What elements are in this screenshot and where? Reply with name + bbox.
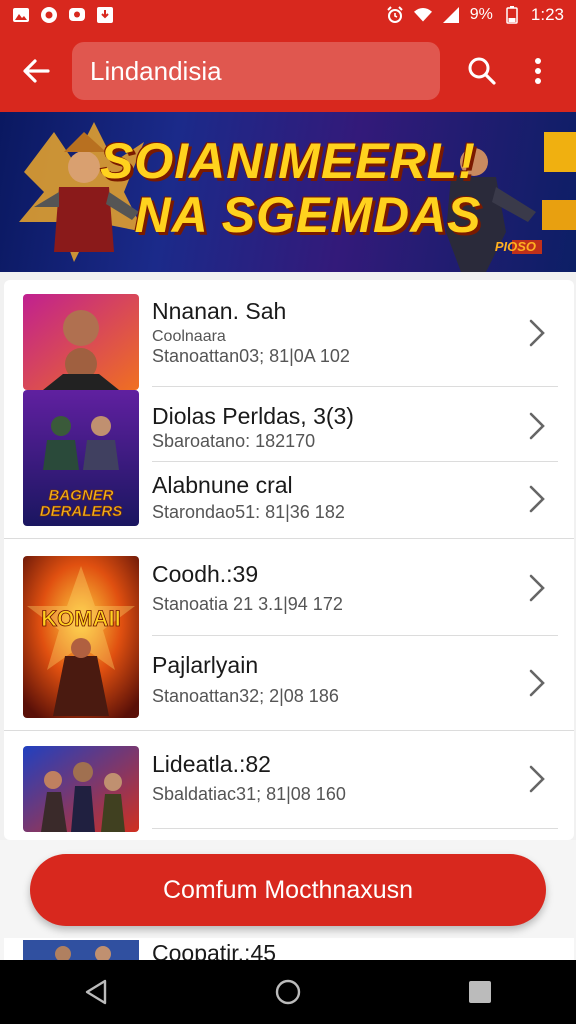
back-button[interactable]	[0, 30, 72, 112]
list-item-title: Nnanan. Sah	[152, 298, 287, 324]
list-item-meta: Stanoattan03; 81|0A 102	[152, 346, 350, 366]
list-item[interactable]: Alabnune cral Starondao51: 81|36 182	[4, 462, 574, 538]
nav-recents-button[interactable]	[450, 962, 510, 1022]
list-item[interactable]: Pajlarlyain Stanoattan32; 2|08 186	[4, 636, 574, 730]
search-input-value: Lindandisia	[90, 55, 222, 86]
banner-corner-label: PIOSO	[494, 239, 536, 254]
list-item-peek[interactable]: Coopatir.:45	[4, 938, 574, 960]
chevron-right-icon	[529, 574, 545, 602]
battery-icon	[503, 6, 521, 24]
list-item-meta: Stanoattan32; 2|08 186	[152, 686, 339, 706]
alarm-icon	[386, 6, 404, 24]
nav-home-button[interactable]	[258, 962, 318, 1022]
list-item-meta: Starondao51: 81|36 182	[152, 502, 345, 522]
list-item[interactable]: Diolas Perldas, 3(3) Sbaroatano: 182170	[4, 387, 574, 461]
download-icon	[96, 6, 114, 24]
chevron-right-icon	[529, 319, 545, 347]
list-item-meta: Stanoatia 21 3.1|94 172	[152, 594, 343, 614]
battery-percent: 9%	[469, 6, 493, 23]
list-item-meta: Sbaroatano: 182170	[152, 431, 316, 451]
status-left	[12, 6, 114, 24]
search-icon	[468, 57, 496, 85]
chevron-right-icon	[529, 669, 545, 697]
back-arrow-icon	[23, 59, 50, 83]
screen: 9% 1:23 Lindandisia SOIANIMEERL! NA SGEM…	[0, 0, 576, 1024]
chevron-right-icon	[529, 485, 545, 513]
thumbnail-5	[23, 940, 139, 960]
promo-banner[interactable]: SOIANIMEERL! NA SGEMDAS PIOSO	[0, 112, 576, 272]
gallery-icon	[12, 6, 30, 24]
list-item[interactable]: Coodh.:39 Stanoatia 21 3.1|94 172	[4, 539, 574, 635]
wifi-icon	[413, 6, 432, 24]
list-item-title: Coopatir.:45	[152, 940, 277, 960]
list-item-title: Coodh.:39	[152, 561, 259, 587]
list-item[interactable]: Nnanan. Sah Coolnaara Stanoattan03; 81|0…	[4, 280, 574, 386]
more-vert-icon	[535, 58, 541, 84]
search-input[interactable]: Lindandisia	[72, 42, 440, 100]
banner-title-line2: NA SGEMDAS	[134, 187, 482, 243]
banner-title-line1: SOIANIMEERL!	[100, 133, 476, 189]
list-item-title: Pajlarlyain	[152, 652, 259, 678]
status-time: 1:23	[530, 5, 564, 24]
record-icon	[40, 6, 58, 24]
system-nav-bar	[0, 960, 576, 1024]
primary-action-label: Comfum Mocthnaxusn	[162, 875, 414, 904]
search-button[interactable]	[454, 43, 510, 99]
nav-back-icon	[85, 979, 107, 1005]
games-list: BAGNER DERALERS KOMAII Nnanan. Sah Coolna…	[4, 280, 574, 840]
primary-action-button[interactable]: Comfum Mocthnaxusn	[30, 854, 546, 926]
chevron-right-icon	[529, 765, 545, 793]
list-item-title: Diolas Perldas, 3(3)	[152, 403, 354, 429]
list-item-meta: Sbaldatiac31; 81|08 160	[152, 784, 346, 804]
nav-recents-icon	[469, 981, 491, 1003]
list-item[interactable]: Lideatla.:82 Sbaldatiac31; 81|08 160	[4, 731, 574, 829]
list-item-subtitle: Coolnaara	[152, 328, 226, 345]
app-bar: Lindandisia	[0, 30, 576, 112]
app-actions	[454, 43, 566, 99]
nav-back-button[interactable]	[66, 962, 126, 1022]
nav-home-icon	[275, 979, 301, 1005]
chat-icon	[68, 6, 86, 24]
chevron-right-icon	[529, 412, 545, 440]
divider	[152, 828, 558, 829]
more-options-button[interactable]	[510, 43, 566, 99]
list-item-title: Lideatla.:82	[152, 751, 271, 777]
signal-icon	[442, 6, 460, 24]
list-item-title: Alabnune cral	[152, 472, 293, 498]
status-bar: 9% 1:23	[0, 0, 576, 30]
status-right: 9% 1:23	[386, 5, 564, 25]
